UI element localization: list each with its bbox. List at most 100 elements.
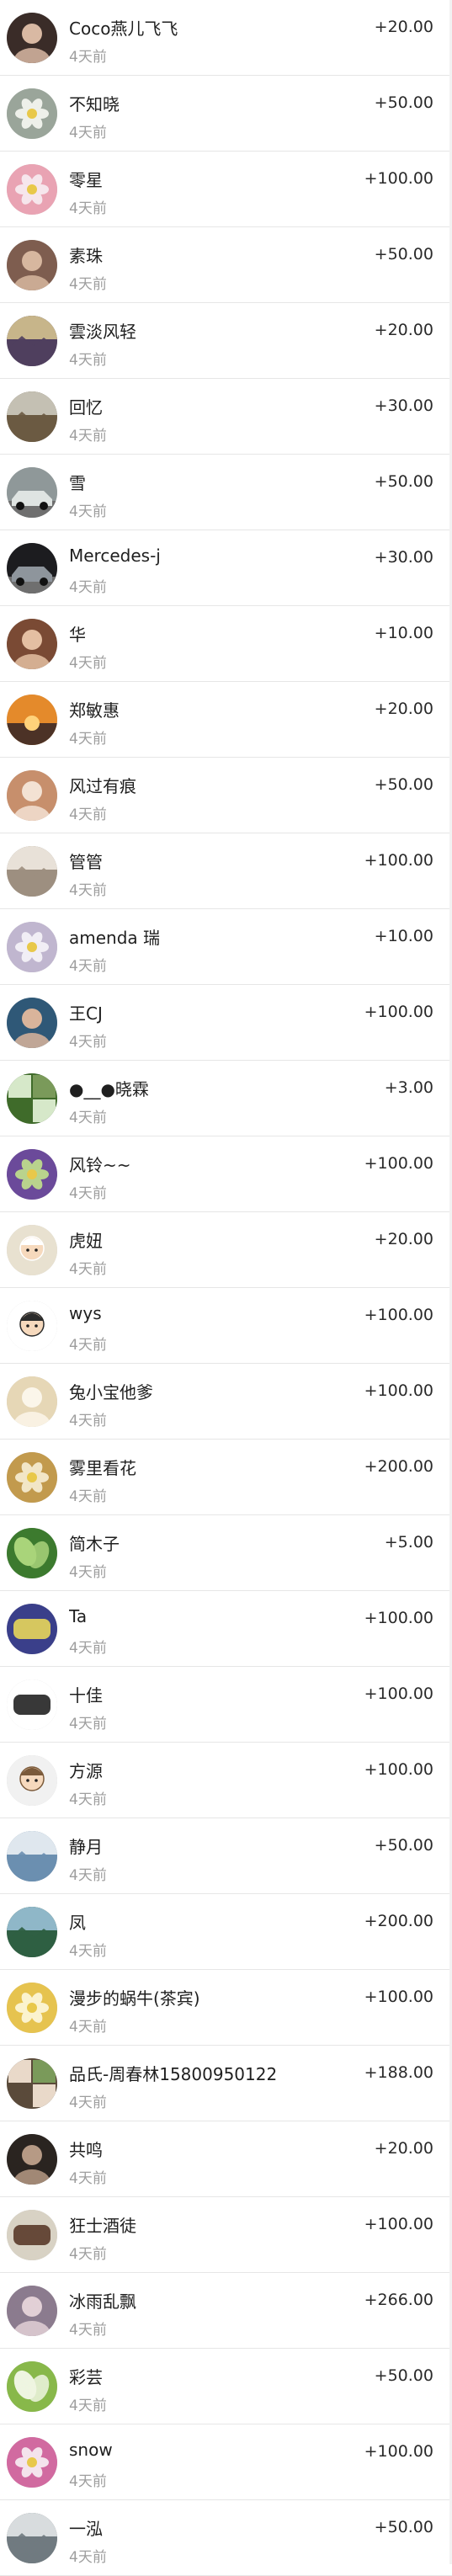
list-item[interactable]: 华 4天前 +10.00 [0,606,452,682]
list-item[interactable]: 静月 4天前 +50.00 [0,1818,452,1894]
timestamp: 4天前 [69,2322,107,2339]
cartoon-avatar-icon [7,1301,57,1351]
timestamp: 4天前 [69,1488,107,1505]
list-item[interactable]: 品氏-周春林15800950122 4天前 +188.00 [0,2046,452,2121]
donor-name: 彩芸 [69,2367,103,2387]
donor-name: 雾里看花 [69,1458,136,1478]
timestamp: 4天前 [69,1943,107,1960]
user-photo-icon [7,619,57,669]
list-item[interactable]: ●__●晓霖 4天前 +3.00 [0,1061,452,1136]
donor-name: 王CJ [69,1003,103,1024]
donor-name: 冰雨乱飘 [69,2291,136,2312]
list-item[interactable]: 素珠 4天前 +50.00 [0,227,452,303]
landscape-photo-icon [7,1907,57,1957]
timestamp: 4天前 [69,2246,107,2263]
amount-label: +50.00 [374,93,433,112]
list-item[interactable]: Coco燕儿飞飞 4天前 +20.00 [0,0,452,76]
amount-label: +100.00 [364,169,433,188]
list-item[interactable]: Mercedes-j 4天前 +30.00 [0,530,452,606]
donor-name: 静月 [69,1837,103,1857]
list-item[interactable]: 管管 4天前 +100.00 [0,833,452,909]
amount-label: +100.00 [364,1609,433,1627]
car-photo-icon [7,467,57,518]
list-item[interactable]: 狂士酒徒 4天前 +100.00 [0,2197,452,2273]
timestamp: 4天前 [69,2398,107,2414]
car-photo-icon [7,543,57,593]
landscape-photo-icon [7,2513,57,2563]
donor-name: 十佳 [69,1685,103,1706]
list-item[interactable]: 虎妞 4天前 +20.00 [0,1212,452,1288]
timestamp: 4天前 [69,2019,107,2036]
timestamp: 4天前 [69,2549,107,2566]
amount-label: +50.00 [374,2518,433,2536]
amount-label: +20.00 [374,2139,433,2158]
cartoon-avatar-icon [7,1755,57,1806]
list-item[interactable]: 兔小宝他爹 4天前 +100.00 [0,1364,452,1440]
donor-name: 零星 [69,170,103,190]
list-item[interactable]: 方源 4天前 +100.00 [0,1743,452,1818]
timestamp: 4天前 [69,2473,107,2490]
amount-label: +100.00 [364,1988,433,2006]
list-item[interactable]: 冰雨乱飘 4天前 +266.00 [0,2273,452,2349]
timestamp: 4天前 [69,1716,107,1732]
landscape-photo-icon [7,846,57,897]
timestamp: 4天前 [69,200,107,217]
list-item[interactable]: 王CJ 4天前 +100.00 [0,985,452,1061]
amount-label: +5.00 [384,1533,433,1551]
flower-photo-icon [7,88,57,139]
amount-label: +30.00 [374,397,433,415]
list-item[interactable]: 雪 4天前 +50.00 [0,455,452,530]
list-item[interactable]: 雲淡风轻 4天前 +20.00 [0,303,452,379]
list-item[interactable]: 共鸣 4天前 +20.00 [0,2121,452,2197]
list-item[interactable]: 郑敏惠 4天前 +20.00 [0,682,452,758]
flower-photo-icon [7,922,57,972]
list-item[interactable]: amenda 瑞 4天前 +10.00 [0,909,452,985]
list-item[interactable]: 十佳 4天前 +100.00 [0,1667,452,1743]
list-item[interactable]: 风过有痕 4天前 +50.00 [0,758,452,833]
donor-name: 简木子 [69,1534,120,1554]
amount-label: +10.00 [374,927,433,945]
timestamp: 4天前 [69,1413,107,1429]
donor-name: Mercedes-j [69,546,161,566]
timestamp: 4天前 [69,2170,107,2187]
donor-name: 凤 [69,1913,86,1933]
amount-label: +20.00 [374,1230,433,1248]
list-item[interactable]: 彩芸 4天前 +50.00 [0,2349,452,2424]
user-photo-icon [7,2286,57,2336]
user-photo-icon [7,240,57,290]
timestamp: 4天前 [69,731,107,748]
list-item[interactable]: 凤 4天前 +200.00 [0,1894,452,1970]
amount-label: +100.00 [364,1381,433,1400]
donor-name: 兔小宝他爹 [69,1382,153,1402]
amount-label: +50.00 [374,2366,433,2385]
list-item[interactable]: 不知晓 4天前 +50.00 [0,76,452,152]
amount-label: +100.00 [364,2215,433,2233]
timestamp: 4天前 [69,1640,107,1657]
timestamp: 4天前 [69,1185,107,1202]
list-item[interactable]: 一泓 4天前 +50.00 [0,2500,452,2576]
flower-photo-icon [7,2437,57,2488]
amount-label: +50.00 [374,775,433,794]
list-item[interactable]: 雾里看花 4天前 +200.00 [0,1440,452,1515]
list-item[interactable]: 回忆 4天前 +30.00 [0,379,452,455]
amount-label: +100.00 [364,1306,433,1324]
list-item[interactable]: wys 4天前 +100.00 [0,1288,452,1364]
text-logo-icon [7,2210,57,2260]
list-item[interactable]: 风铃~~ 4天前 +100.00 [0,1136,452,1212]
donor-name: wys [69,1303,102,1323]
timestamp: 4天前 [69,49,107,66]
list-item[interactable]: 简木子 4天前 +5.00 [0,1515,452,1591]
amount-label: +100.00 [364,851,433,870]
landscape-photo-icon [7,316,57,366]
list-item[interactable]: Ta 4天前 +100.00 [0,1591,452,1667]
amount-label: +100.00 [364,2442,433,2461]
baby-photo-icon [7,1376,57,1427]
text-logo-icon [7,1679,57,1730]
amount-label: +100.00 [364,1154,433,1173]
timestamp: 4天前 [69,1867,107,1884]
list-item[interactable]: 漫步的蜗牛(茶宾) 4天前 +100.00 [0,1970,452,2046]
list-item[interactable]: snow 4天前 +100.00 [0,2424,452,2500]
list-item[interactable]: 零星 4天前 +100.00 [0,152,452,227]
timestamp: 4天前 [69,1791,107,1808]
timestamp: 4天前 [69,1110,107,1126]
